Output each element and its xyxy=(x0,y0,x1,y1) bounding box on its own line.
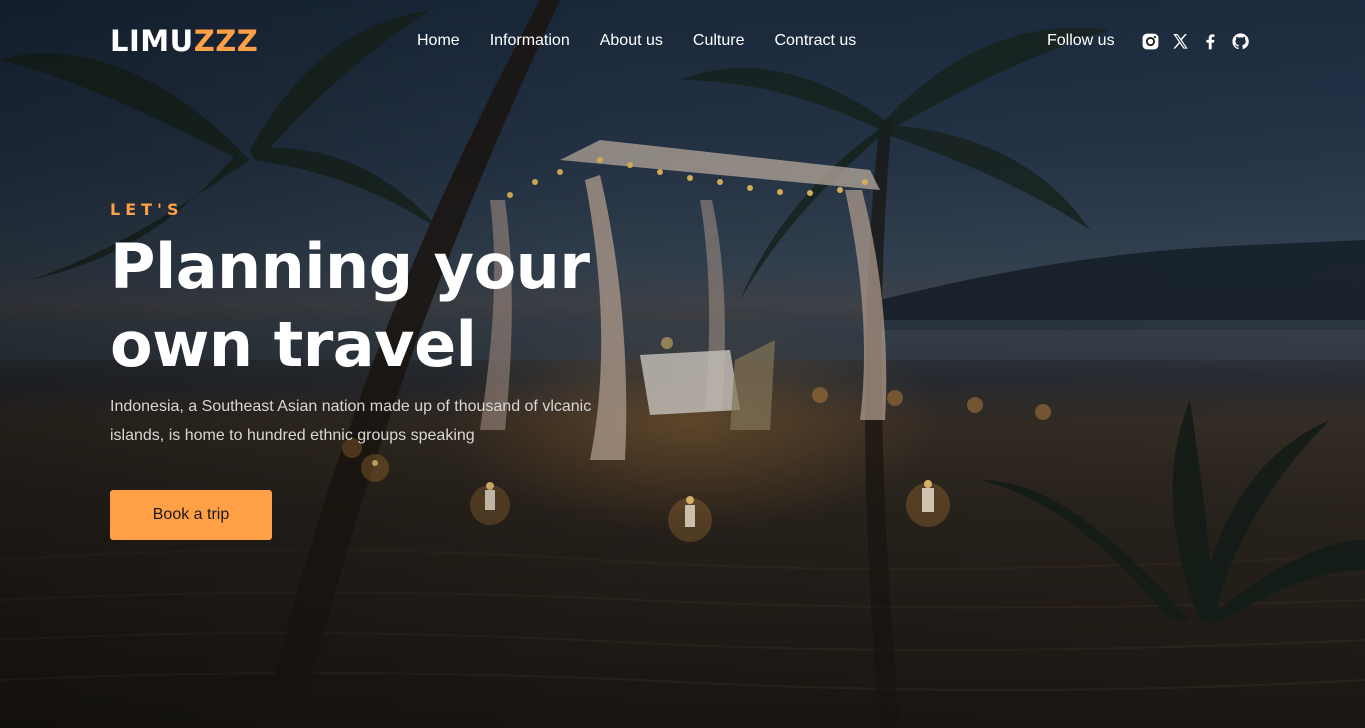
follow-us-label: Follow us xyxy=(1047,32,1115,49)
book-a-trip-button[interactable]: Book a trip xyxy=(110,490,272,540)
nav-item-information[interactable]: Information xyxy=(490,30,570,52)
follow-us-group: Follow us xyxy=(1047,30,1251,52)
hero-headline-line-1: Planning your xyxy=(110,230,590,303)
nav-item-contract-us[interactable]: Contract us xyxy=(774,30,856,52)
site-header: LIMUZZZ Home Information About us Cultur… xyxy=(0,0,1365,82)
nav-item-about-us[interactable]: About us xyxy=(600,30,663,52)
hero-headline-line-2: own travel xyxy=(110,308,477,381)
main-nav: Home Information About us Culture Contra… xyxy=(417,30,856,52)
nav-item-home[interactable]: Home xyxy=(417,30,460,52)
hero-description: Indonesia, a Southeast Asian nation made… xyxy=(110,398,592,444)
hero-headline: Planning your own travel xyxy=(110,228,650,384)
social-links xyxy=(1141,31,1251,51)
hero-section: LET'S Planning your own travel Indonesia… xyxy=(110,198,650,450)
brand-logo[interactable]: LIMUZZZ xyxy=(110,24,258,58)
logo-primary-text: LIMU xyxy=(110,24,194,58)
hero-eyebrow: LET'S xyxy=(110,200,184,219)
github-icon[interactable] xyxy=(1231,31,1251,51)
x-icon[interactable] xyxy=(1171,31,1191,51)
instagram-icon[interactable] xyxy=(1141,31,1161,51)
logo-accent-text: ZZZ xyxy=(193,24,259,58)
facebook-icon[interactable] xyxy=(1201,31,1221,51)
nav-item-culture[interactable]: Culture xyxy=(693,30,745,52)
